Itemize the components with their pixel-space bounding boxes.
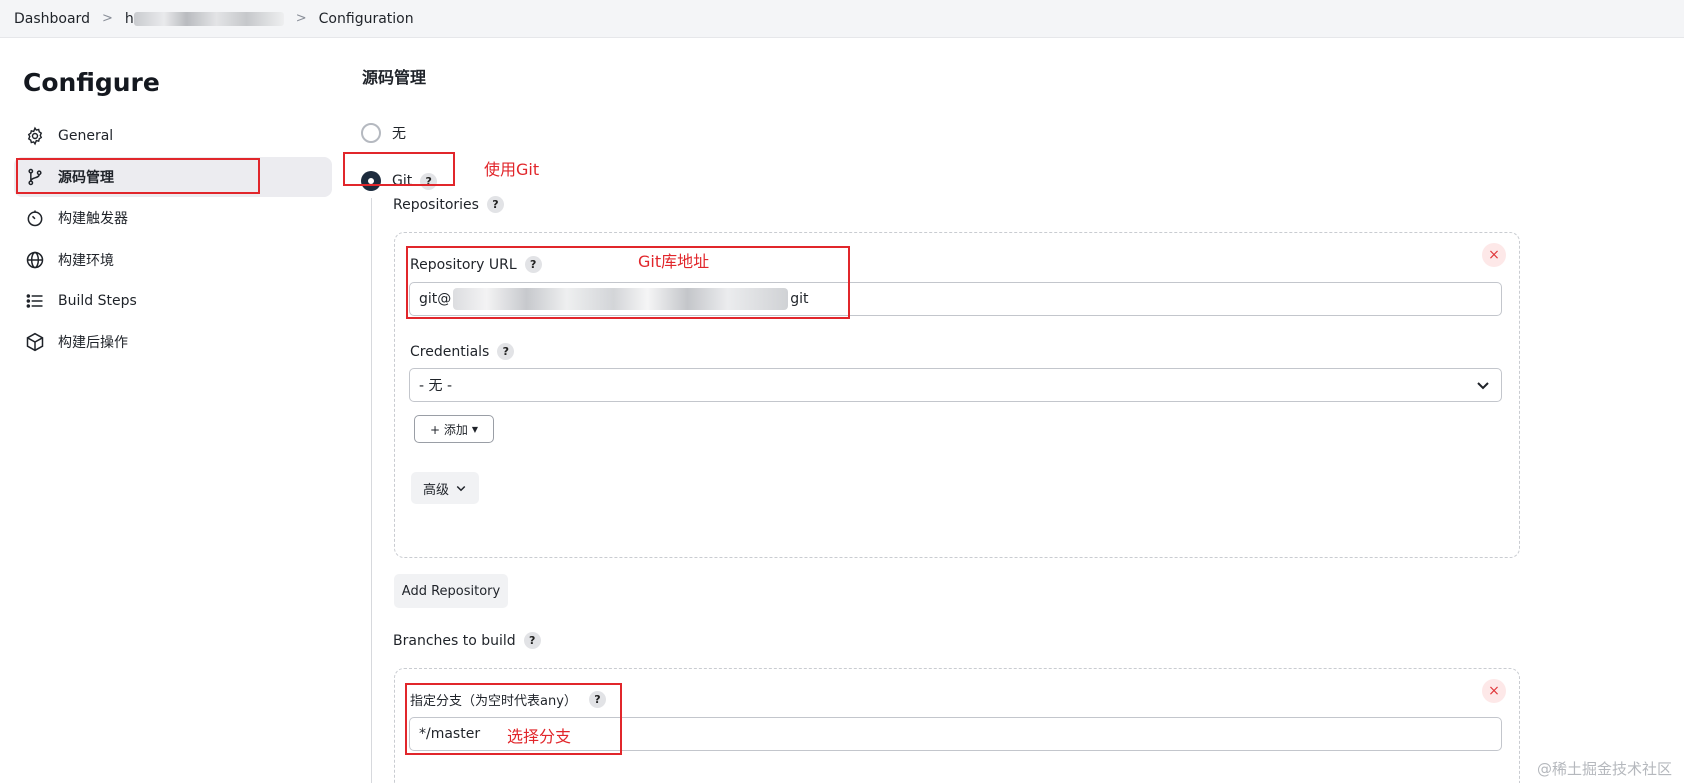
sidebar-title: Configure: [23, 68, 160, 97]
help-icon[interactable]: ?: [523, 632, 541, 649]
credentials-select[interactable]: - 无 -: [409, 368, 1502, 402]
annotation-highlight-git: [343, 152, 455, 186]
sidebar-item-label: General: [58, 128, 114, 144]
breadcrumb-dashboard[interactable]: Dashboard: [14, 11, 90, 27]
timer-icon: [24, 207, 46, 229]
breadcrumb-job[interactable]: h: [125, 11, 134, 27]
package-icon: [24, 331, 46, 353]
annotation-use-git: 使用Git: [484, 160, 540, 179]
advanced-button[interactable]: 高级: [411, 472, 479, 504]
section-title: 源码管理: [362, 68, 427, 87]
add-repository-button[interactable]: Add Repository: [394, 574, 508, 608]
sidebar-item-general[interactable]: General: [14, 116, 332, 156]
button-label: + 添加: [429, 422, 468, 437]
credentials-value: - 无 -: [419, 378, 453, 394]
watermark: @稀土掘金技术社区: [1536, 760, 1672, 778]
scm-option-none[interactable]: 无: [361, 123, 406, 143]
sidebar-item-label: Build Steps: [58, 293, 137, 309]
add-credentials-button[interactable]: + 添加 ▼: [414, 415, 494, 443]
remove-branch-button[interactable]: ×: [1482, 679, 1506, 703]
redacted-job-name: [133, 11, 284, 26]
sidebar-item-label: 构建环境: [58, 253, 114, 269]
sidebar-item-label: 构建后操作: [58, 335, 128, 351]
help-icon[interactable]: ?: [486, 196, 504, 213]
repositories-label: Repositories ?: [393, 196, 504, 213]
credentials-label: Credentials ?: [410, 343, 515, 360]
breadcrumb-separator-icon: >: [101, 11, 113, 26]
sidebar-item-post-build[interactable]: 构建后操作: [14, 322, 332, 362]
breadcrumb-configuration[interactable]: Configuration: [319, 11, 414, 27]
label-text: Branches to build: [393, 632, 516, 649]
annotation-repo-url: Git库地址: [638, 252, 710, 271]
chevron-down-icon: [1475, 377, 1491, 393]
branches-label: Branches to build ?: [393, 632, 541, 649]
chevron-down-icon: [455, 482, 467, 494]
breadcrumb: Dashboard > h > Configuration: [0, 0, 1684, 38]
list-icon: [24, 290, 46, 312]
radio-none[interactable]: [361, 123, 381, 143]
label-text: Repositories: [393, 196, 479, 213]
section-divider: [371, 198, 372, 783]
sidebar-item-build-steps[interactable]: Build Steps: [14, 281, 332, 321]
label-text: Credentials: [410, 343, 490, 360]
radio-label: 无: [392, 126, 406, 142]
annotation-branch: 选择分支: [507, 727, 572, 746]
annotation-highlight-scm: [16, 158, 260, 194]
sidebar-item-environment[interactable]: 构建环境: [14, 240, 332, 280]
caret-down-icon: ▼: [471, 424, 479, 434]
sidebar-item-triggers[interactable]: 构建触发器: [14, 198, 332, 238]
sidebar: Configure General 源码管理 构建触发器 构建环境 Build …: [0, 38, 340, 783]
annotation-highlight-repo-url: [406, 246, 850, 319]
button-label: 高级: [422, 482, 449, 498]
globe-icon: [24, 249, 46, 271]
main-content: 源码管理 无 Git ? 使用Git Repositories ? × Repo…: [343, 38, 1684, 783]
breadcrumb-separator-icon: >: [295, 11, 307, 26]
gear-icon: [24, 125, 46, 147]
sidebar-item-label: 构建触发器: [58, 211, 128, 227]
help-icon[interactable]: ?: [497, 343, 515, 360]
remove-repository-button[interactable]: ×: [1482, 243, 1506, 267]
